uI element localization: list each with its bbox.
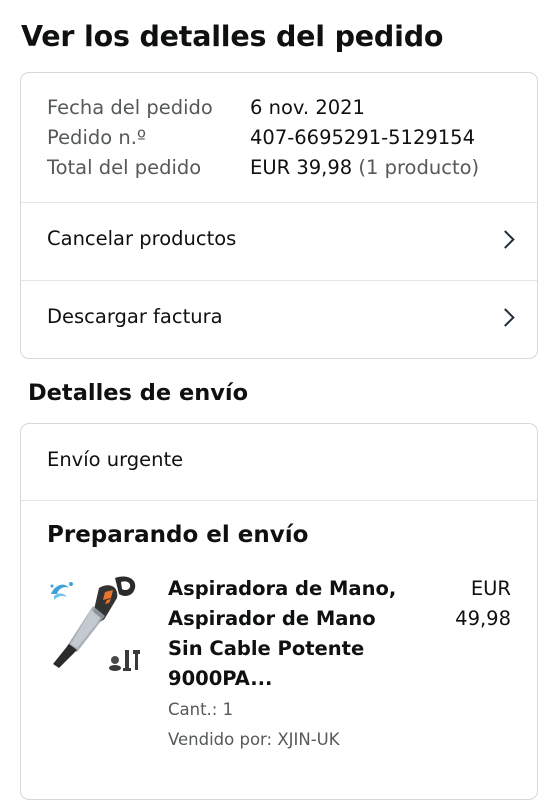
divider — [21, 500, 537, 501]
cancel-products-row[interactable]: Cancelar productos — [21, 203, 537, 281]
product-title-link[interactable]: Aspiradora de Mano, Aspirador de Mano Si… — [168, 574, 413, 694]
page-title: Ver los detalles del pedido — [21, 20, 444, 53]
product-price-currency: EUR — [470, 577, 511, 600]
chevron-right-icon — [496, 230, 515, 249]
shipment-status: Preparando el envío — [47, 522, 309, 548]
product-price: EUR 49,98 — [431, 574, 511, 634]
download-invoice-row[interactable]: Descargar factura — [21, 281, 537, 359]
product-seller: Vendido por: XJIN-UK — [168, 730, 340, 749]
product-price-amount: 49,98 — [455, 607, 511, 630]
order-total-value-group: EUR 39,98 (1 producto) — [250, 153, 479, 183]
shipping-card: Envío urgente Preparando el envío Aspira… — [20, 423, 538, 800]
product-quantity: Cant.: 1 — [168, 700, 234, 719]
order-total-items: (1 producto) — [358, 156, 480, 179]
cancel-products-label: Cancelar productos — [47, 227, 237, 250]
order-number-value: 407-6695291-5129154 — [250, 126, 475, 149]
order-summary-card: Fecha del pedido 6 nov. 2021 Pedido n.º … — [20, 72, 538, 359]
order-number-label: Pedido n.º — [47, 126, 147, 149]
order-details-page: Ver los detalles del pedido Fecha del pe… — [0, 0, 559, 800]
order-total-value: EUR 39,98 — [250, 156, 353, 179]
shipping-method: Envío urgente — [47, 448, 184, 471]
order-date-label: Fecha del pedido — [47, 96, 213, 119]
chevron-right-icon — [496, 308, 515, 327]
order-total-label: Total del pedido — [47, 156, 202, 179]
download-invoice-label: Descargar factura — [47, 305, 223, 328]
handheld-vacuum-icon[interactable] — [47, 572, 145, 674]
shipping-section-title: Detalles de envío — [28, 380, 249, 406]
order-date-value: 6 nov. 2021 — [250, 96, 365, 119]
